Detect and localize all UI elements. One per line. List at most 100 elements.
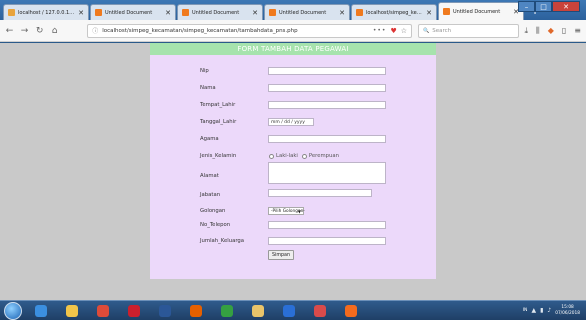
download-icon[interactable]: ⤓ <box>525 26 529 36</box>
nama-input[interactable] <box>268 84 386 92</box>
word-icon <box>282 304 295 317</box>
tab-title: Untitled Document <box>453 8 501 15</box>
taskbar-app-xampp[interactable] <box>338 302 363 320</box>
phpmyadmin-favicon-icon <box>8 9 15 16</box>
taskbar-app-powerpoint[interactable] <box>152 302 177 320</box>
powerpoint-icon <box>158 304 171 317</box>
minimize-button[interactable]: – <box>518 1 535 12</box>
clock[interactable]: 15:08 07/06/2018 <box>555 305 580 317</box>
taskbar-apps <box>22 302 363 320</box>
browser-tab[interactable]: Untitled Document ✕ <box>177 4 263 20</box>
start-button-icon[interactable] <box>4 301 22 320</box>
search-placeholder: Search <box>432 27 452 34</box>
label-golongan: Golongan <box>200 208 226 214</box>
tray-arrow-icon[interactable]: ▲ <box>531 307 536 314</box>
label-nama: Nama <box>200 85 216 91</box>
tab-close-icon[interactable]: ✕ <box>426 9 432 17</box>
taskbar-app-dreamweaver[interactable] <box>214 302 239 320</box>
document-favicon-icon <box>95 9 102 16</box>
radio-laki-laki[interactable] <box>269 153 274 159</box>
library-icon[interactable]: ⫼ <box>536 26 540 36</box>
close-window-button[interactable]: ✕ <box>552 1 580 12</box>
taskbar-app-opera[interactable] <box>121 302 146 320</box>
simpan-button[interactable]: Simpan <box>268 250 294 260</box>
opera-icon <box>127 304 140 317</box>
home-icon[interactable]: ⌂ <box>50 26 59 36</box>
network-icon[interactable]: ▮ <box>540 307 543 314</box>
browser-tab-strip: localhost / 127.0.0.1 | php ✕ Untitled D… <box>0 0 586 20</box>
browser-tab[interactable]: Untitled Document ✕ <box>264 4 350 20</box>
taskbar-app-folder[interactable] <box>245 302 270 320</box>
label-alamat: Alamat <box>200 173 219 179</box>
windows-taskbar: IN ▲ ▮ ♪ 15:08 07/06/2018 <box>0 300 586 320</box>
document-favicon-icon <box>356 9 363 16</box>
label-no-telepon: No_Telepon <box>200 222 231 228</box>
tab-close-icon[interactable]: ✕ <box>252 9 258 17</box>
jabatan-input[interactable] <box>268 189 372 197</box>
paint-icon <box>313 304 326 317</box>
tab-close-icon[interactable]: ✕ <box>165 9 171 17</box>
back-icon[interactable]: ← <box>5 26 14 36</box>
explorer-icon <box>65 304 78 317</box>
pocket-icon[interactable]: ♥ <box>390 27 396 35</box>
window-controls: – □ ✕ <box>518 1 580 12</box>
url-bar[interactable]: ⓘ localhost/simpeg_kecamatan/simpeg_keca… <box>87 23 413 38</box>
agama-input[interactable] <box>268 135 386 143</box>
nip-input[interactable] <box>268 67 386 75</box>
site-info-icon[interactable]: ⓘ <box>92 26 98 35</box>
jumlah-keluarga-input[interactable] <box>268 237 386 245</box>
tempat-lahir-input[interactable] <box>268 101 386 109</box>
browser-tab[interactable]: localhost / 127.0.0.1 | php ✕ <box>3 4 89 20</box>
label-agama: Agama <box>200 136 219 142</box>
tab-close-icon[interactable]: ✕ <box>78 9 84 17</box>
browser-tab-active[interactable]: Untitled Document ✕ <box>438 2 524 20</box>
taskbar-app-firefox[interactable] <box>183 302 208 320</box>
menu-icon[interactable]: ≡ <box>574 26 581 36</box>
tanggal-lahir-date-input[interactable]: mm / dd / yyyy <box>268 118 314 126</box>
browser-tab[interactable]: Untitled Document ✕ <box>90 4 176 20</box>
xampp-icon <box>344 304 357 317</box>
page-actions-icon[interactable]: ••• <box>373 27 387 34</box>
alamat-textarea[interactable] <box>268 162 386 184</box>
radio-label-laki-laki: Laki-laki <box>276 153 298 159</box>
volume-icon[interactable]: ♪ <box>547 307 551 314</box>
folder-icon <box>251 304 264 317</box>
taskbar-app-chrome[interactable] <box>90 302 115 320</box>
taskbar-app-word[interactable] <box>276 302 301 320</box>
browser-nav-bar: ← → ↻ ⌂ ⓘ localhost/simpeg_kecamatan/sim… <box>0 20 586 42</box>
tab-title: Untitled Document <box>192 9 240 16</box>
taskbar-app-ie[interactable] <box>28 302 53 320</box>
no-telepon-input[interactable] <box>268 221 386 229</box>
maximize-button[interactable]: □ <box>535 1 552 12</box>
taskbar-app-paint[interactable] <box>307 302 332 320</box>
bookmark-star-icon[interactable]: ☆ <box>401 27 407 35</box>
radio-label-perempuan: Perempuan <box>308 153 339 159</box>
chrome-icon <box>96 304 109 317</box>
sidebar-icon[interactable]: ▯ <box>562 26 566 36</box>
chevron-down-icon: ▼ <box>297 209 301 214</box>
label-jumlah-keluarga: Jumlah_Keluarga <box>200 238 245 244</box>
document-favicon-icon <box>182 9 189 16</box>
gender-radio-group: Laki-laki Perempuan <box>269 153 339 159</box>
reload-icon[interactable]: ↻ <box>35 26 44 36</box>
browser-tab[interactable]: localhost/simpeg_kecamatan ✕ <box>351 4 437 20</box>
tab-title: Untitled Document <box>105 9 153 16</box>
addon-icon[interactable]: ◆ <box>548 26 554 36</box>
clock-date: 07/06/2018 <box>555 310 580 316</box>
dreamweaver-icon <box>220 304 233 317</box>
radio-perempuan[interactable] <box>301 153 307 159</box>
tab-title: localhost / 127.0.0.1 | php <box>18 9 75 16</box>
label-tempat-lahir: Tempat_Lahir <box>200 102 236 108</box>
taskbar-app-explorer[interactable] <box>59 302 84 320</box>
label-nip: Nip <box>200 68 209 74</box>
firefox-icon <box>189 304 202 317</box>
forward-icon[interactable]: → <box>20 26 29 36</box>
language-indicator[interactable]: IN <box>523 308 528 313</box>
tab-title: localhost/simpeg_kecamatan <box>366 9 423 16</box>
golongan-select[interactable]: -Pilih Golongan- ▼ <box>268 207 305 215</box>
url-text[interactable]: localhost/simpeg_kecamatan/simpeg_kecama… <box>102 28 369 34</box>
tab-close-icon[interactable]: ✕ <box>339 9 345 17</box>
search-input[interactable]: 🔍 Search <box>418 23 519 38</box>
document-favicon-icon <box>269 9 276 16</box>
ie-icon <box>34 304 47 317</box>
